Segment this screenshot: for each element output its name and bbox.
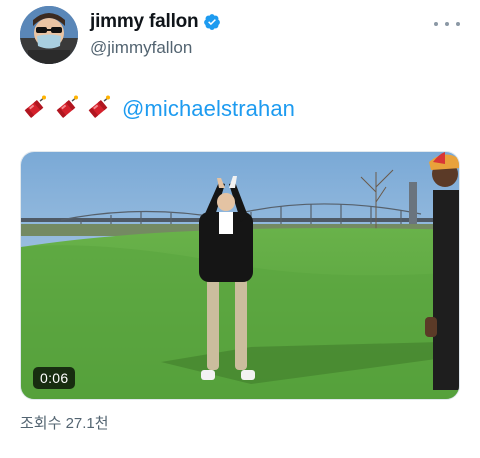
display-name[interactable]: jimmy fallon (90, 11, 199, 33)
more-dot (456, 22, 460, 26)
view-count: 조회수 27.1천 (20, 415, 109, 432)
tweet-card[interactable]: jimmy fallon @jimmyfallon @michaelstraha… (0, 0, 480, 458)
video-player[interactable]: 0:06 (20, 151, 460, 400)
video-duration-badge: 0:06 (33, 367, 76, 389)
author-info: jimmy fallon @jimmyfallon (90, 10, 221, 58)
verified-badge-icon (203, 13, 221, 31)
author-avatar[interactable] (20, 6, 78, 64)
author-handle[interactable]: @jimmyfallon (90, 38, 221, 58)
firecracker-emoji (84, 95, 112, 123)
display-name-row: jimmy fallon (90, 10, 221, 34)
video-thumbnail (21, 152, 459, 399)
firecracker-emoji (20, 95, 48, 123)
more-options-icon[interactable] (434, 14, 460, 34)
more-dot (434, 22, 438, 26)
tweet-text: @michaelstrahan (20, 93, 295, 125)
mention-link[interactable]: @michaelstrahan (122, 96, 295, 122)
firecracker-emoji (52, 95, 80, 123)
more-dot (445, 22, 449, 26)
